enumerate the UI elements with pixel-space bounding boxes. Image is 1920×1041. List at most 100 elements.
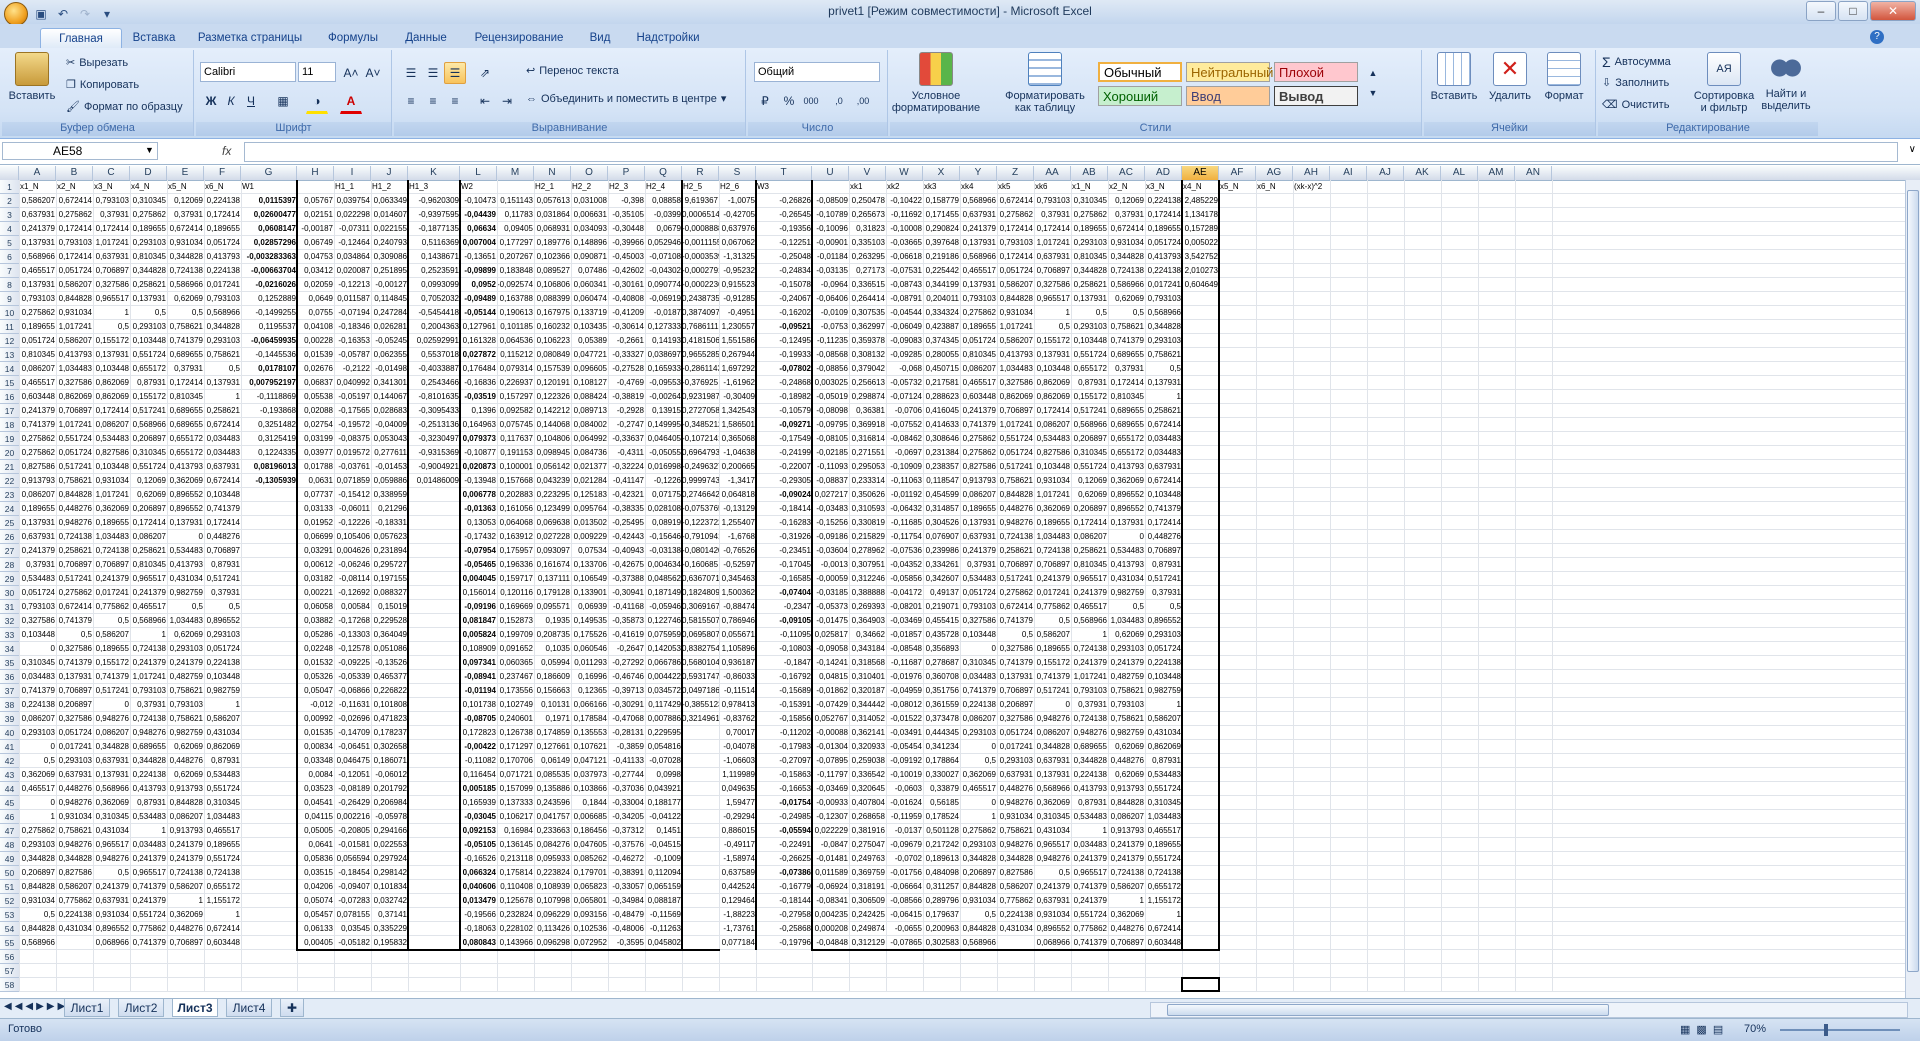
horizontal-scroll-thumb[interactable] (1167, 1004, 1609, 1016)
sheet-tab-4[interactable]: Лист4 (226, 999, 272, 1017)
cell[interactable]: 0,793103 (960, 600, 997, 613)
cell[interactable]: 0,207267 (497, 250, 534, 263)
column-header[interactable]: B (56, 166, 93, 180)
cell[interactable]: 0,637931 (19, 208, 56, 221)
cell[interactable]: 0,223295 (534, 488, 571, 501)
cell[interactable]: 0,165939 (460, 796, 497, 809)
row-header[interactable]: 11 (0, 320, 19, 334)
cell[interactable]: 0,156663 (534, 684, 571, 697)
cell[interactable]: 1 (19, 810, 56, 823)
cell[interactable]: 0,006778 (460, 488, 497, 501)
wrap-text-button[interactable]: ↩ Перенос текста (526, 64, 619, 78)
column-header[interactable]: Y (960, 166, 997, 180)
cell[interactable]: 0,172414 (56, 222, 93, 235)
cell[interactable]: -0,11959 (886, 810, 923, 823)
cell[interactable]: 0,125678 (497, 894, 534, 907)
cell[interactable]: -0,13129 (719, 502, 756, 515)
cell[interactable]: 0,256613 (849, 376, 886, 389)
cell[interactable]: 0,275862 (960, 432, 997, 445)
cell[interactable]: 0,169669 (497, 600, 534, 613)
cell[interactable]: -0,16353 (334, 334, 371, 347)
cell[interactable]: 0,741379 (56, 656, 93, 669)
cell[interactable]: 0,381916 (849, 824, 886, 837)
cell[interactable]: 0,365068 (719, 432, 756, 445)
cell[interactable]: 0,106549 (571, 572, 608, 585)
cell[interactable]: -0,2861143 (682, 362, 719, 375)
cell[interactable]: 1 (960, 810, 997, 823)
cell[interactable]: 0,655172 (1145, 880, 1182, 893)
cell[interactable]: -0,10909 (886, 460, 923, 473)
cell[interactable]: 0,931034 (93, 474, 130, 487)
cell[interactable]: 0,672414 (204, 418, 241, 431)
cell[interactable]: 0,741379 (1071, 936, 1108, 949)
cells-area[interactable]: x1_N x2_N x3_N x4_N x5_N x6_N W1 H1_1 H1_2 H1_3 W2… (19, 180, 1920, 998)
copy-button[interactable]: ❐ Копировать (66, 78, 139, 92)
cell[interactable]: 0,136145 (497, 838, 534, 851)
cell[interactable]: -0,13651 (460, 250, 497, 263)
cell[interactable]: 0,362069 (1108, 474, 1145, 487)
row-header[interactable]: 17 (0, 404, 19, 418)
cell[interactable]: 0,3214961 (682, 712, 719, 725)
cell[interactable]: -0,19933 (756, 348, 812, 361)
cell[interactable]: 0,165933 (645, 362, 682, 375)
cell[interactable]: x2_N (1108, 180, 1145, 193)
cell[interactable]: 1,034483 (1108, 614, 1145, 627)
cell[interactable]: 0,586207 (1108, 880, 1145, 893)
cell[interactable]: 0,637931 (1034, 754, 1071, 767)
cell[interactable]: 0,810345 (960, 348, 997, 361)
cell[interactable]: 1,017241 (56, 320, 93, 333)
cell[interactable]: 0,758621 (1145, 348, 1182, 361)
cell[interactable]: -0,18982 (756, 390, 812, 403)
cell[interactable]: 0,258621 (56, 544, 93, 557)
cell[interactable]: 0,5 (167, 600, 204, 613)
cell[interactable]: 0,793103 (960, 292, 997, 305)
cell[interactable]: 1,034483 (56, 362, 93, 375)
cell[interactable]: 0,275862 (19, 446, 56, 459)
cell[interactable]: 0,913793 (167, 824, 204, 837)
column-header[interactable]: AG (1256, 166, 1293, 180)
cell[interactable]: 0,085262 (571, 852, 608, 865)
cell[interactable]: 0,310345 (1071, 194, 1108, 207)
cell[interactable]: 0,175957 (497, 544, 534, 557)
cell[interactable]: 0,551724 (1071, 460, 1108, 473)
cell[interactable]: H2_3 (608, 180, 645, 193)
cell[interactable]: 0,706897 (1034, 264, 1071, 277)
cell[interactable]: -0,08098 (812, 404, 849, 417)
cell[interactable]: -0,1072141 (682, 432, 719, 445)
row-header[interactable]: 39 (0, 712, 19, 726)
cell[interactable]: 0,095571 (534, 600, 571, 613)
cell[interactable]: -0,01581 (334, 838, 371, 851)
cell[interactable]: 0,672414 (1145, 418, 1182, 431)
cell[interactable]: -0,18144 (756, 894, 812, 907)
cell[interactable]: 0,122326 (534, 390, 571, 403)
cell[interactable]: 0,982759 (204, 684, 241, 697)
row-header[interactable]: 33 (0, 628, 19, 642)
cell[interactable]: 0,101738 (460, 698, 497, 711)
cell[interactable]: -1,61962 (719, 376, 756, 389)
cell[interactable]: 0,312246 (849, 572, 886, 585)
cell[interactable]: 0,110408 (497, 880, 534, 893)
cell[interactable]: 0,37931 (204, 586, 241, 599)
cell[interactable]: H2_6 (719, 180, 756, 193)
cell[interactable]: 0,5 (204, 600, 241, 613)
cell[interactable]: 0,206897 (130, 432, 167, 445)
cell[interactable]: 0,112094 (645, 866, 682, 879)
cell[interactable]: -0,15256 (812, 516, 849, 529)
cell[interactable]: 0,103448 (1145, 488, 1182, 501)
cell[interactable]: 0,568966 (130, 614, 167, 627)
cell[interactable]: 0,172414 (1071, 516, 1108, 529)
cell[interactable]: -0,08791 (886, 292, 923, 305)
cell[interactable]: -0,49117 (719, 838, 756, 851)
cell[interactable]: 0,706897 (204, 544, 241, 557)
cell[interactable]: -0,06664 (886, 880, 923, 893)
cell[interactable]: 0,655172 (167, 446, 204, 459)
cell[interactable]: 0,586207 (56, 334, 93, 347)
cell[interactable]: 0,517241 (204, 572, 241, 585)
find-select-button[interactable]: Найти и выделить (1758, 52, 1814, 112)
cell[interactable]: 0,568966 (19, 936, 56, 949)
cell[interactable]: 0,586207 (1034, 628, 1071, 641)
increase-decimal-icon[interactable]: ,0 (828, 90, 850, 112)
cell[interactable]: 0,086207 (130, 530, 167, 543)
cell[interactable]: 0,237467 (497, 670, 534, 683)
cell[interactable]: -0,91285 (719, 292, 756, 305)
